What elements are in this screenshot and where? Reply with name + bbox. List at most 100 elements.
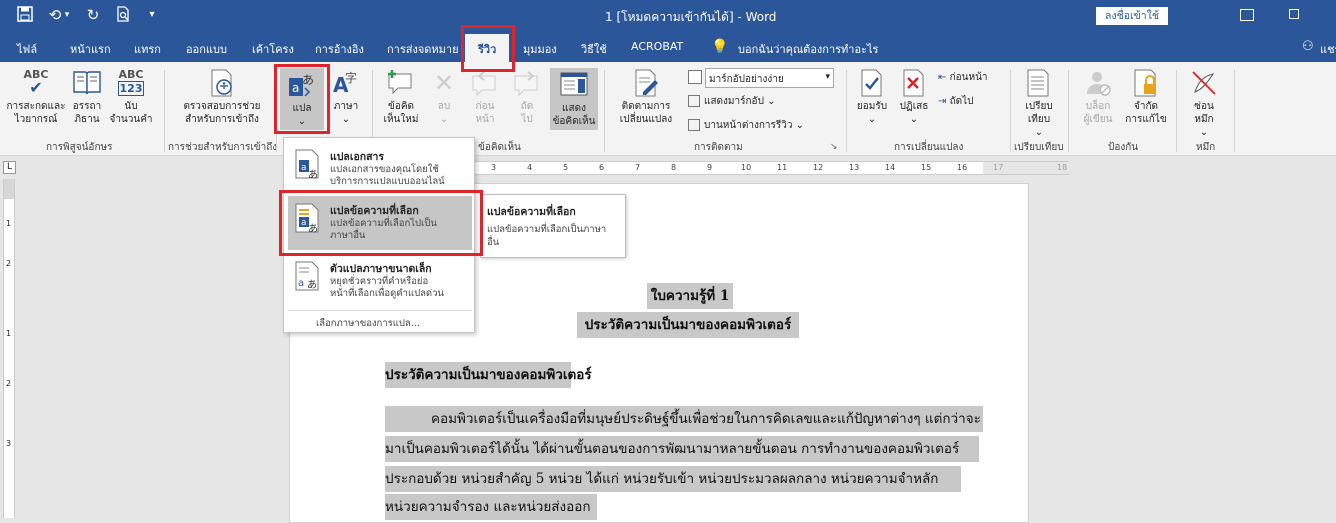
restrict-editing-button[interactable]: จำกัด การแก้ไข xyxy=(1122,68,1170,126)
track-changes-button[interactable]: ติดตามการ เปลี่ยนแปลง xyxy=(610,68,682,126)
hide-ink-icon xyxy=(1189,68,1219,98)
protect-group-label: ป้องกัน xyxy=(1108,142,1139,153)
tab-help[interactable]: วิธีใช้ xyxy=(581,40,607,58)
ribbon-display-icon[interactable] xyxy=(1240,9,1254,21)
restore-icon[interactable] xyxy=(1289,9,1299,19)
tab-design[interactable]: ออกแบบ xyxy=(186,40,227,58)
restrict-editing-label: จำกัด การแก้ไข xyxy=(1125,101,1167,125)
show-markup-dropdown-icon: ⌄ xyxy=(767,96,776,107)
tab-insert[interactable]: แทรก xyxy=(134,40,161,58)
doc-title-line1: ใบความรู้ที่ 1 xyxy=(647,283,733,309)
accessibility-group-label: การช่วยสำหรับการเข้าถึง xyxy=(168,142,278,153)
spelling-grammar-button[interactable]: ABC ✔ การสะกดและ ไวยากรณ์ xyxy=(4,68,68,126)
compare-button[interactable]: เปรียบ เทียบ ⌄ xyxy=(1016,68,1062,139)
show-markup-icon xyxy=(688,95,700,107)
mini-translator-desc: หยุดชั่วคราวที่คำหรือย่อ หน้าที่เลือกเพื… xyxy=(330,276,444,299)
translate-document-desc: แปลเอกสารของคุณโดยใช้ บริการการแปลแบบออน… xyxy=(330,164,445,187)
markup-select[interactable]: มาร์กอัปอย่างง่าย ▾ xyxy=(705,68,834,88)
hide-ink-label: ซ่อน หมึก xyxy=(1194,101,1214,125)
book-icon xyxy=(72,68,102,98)
mini-translator-item[interactable]: aあ ตัวแปลภาษาขนาดเล็ก หยุดชั่วคราวที่คำห… xyxy=(288,254,472,308)
show-comments-label: แสดง ข้อคิดเห็น xyxy=(552,103,596,127)
title-bar: ⟲ ▾ ↻ ▾ 1 [โหมดความเข้ากันได้] - Word ลง… xyxy=(0,0,1336,32)
language-button[interactable]: A字 ภาษา ⌄ xyxy=(326,68,366,126)
customize-qat-icon[interactable]: ▾ xyxy=(143,6,161,24)
mini-translator-icon: aあ xyxy=(294,260,322,292)
doc-paragraph-line3: ประกอบด้วย หน่วยสำคัญ 5 หน่วย ได้แก่ หน่… xyxy=(385,466,961,492)
reviewing-pane-button[interactable]: บานหน้าต่างการรีวิว ⌄ xyxy=(688,118,804,133)
tab-mailings[interactable]: การส่งจดหมาย xyxy=(387,40,459,58)
tab-file[interactable]: ไฟล์ xyxy=(17,40,37,58)
markup-select-arrow-icon: ▾ xyxy=(825,72,830,82)
check-accessibility-button[interactable]: ตรวจสอบการช่วย สำหรับการเข้าถึง xyxy=(170,68,274,126)
track-changes-label: ติดตามการ เปลี่ยนแปลง xyxy=(619,101,673,125)
reject-icon xyxy=(899,68,929,98)
translate-document-item[interactable]: aあ แปลเอกสาร แปลเอกสารของคุณโดยใช้ บริกา… xyxy=(288,142,472,196)
tab-selector-icon[interactable]: L xyxy=(3,161,16,174)
tab-home[interactable]: หน้าแรก xyxy=(70,40,111,58)
previous-comment-icon xyxy=(470,68,500,98)
previous-comment-label: ก่อน หน้า xyxy=(475,101,495,125)
document-title: 1 [โหมดความเข้ากันได้] - Word xyxy=(605,10,777,24)
next-change-button[interactable]: ⇥ ถัดไป xyxy=(938,94,974,109)
share-button[interactable]: แชร์ xyxy=(1320,40,1336,58)
delete-comment-icon: ✕ xyxy=(433,69,455,97)
compare-dropdown-icon: ⌄ xyxy=(1034,127,1044,138)
previous-comment-button[interactable]: ก่อน หน้า xyxy=(466,68,504,126)
doc-paragraph-line2: มาเป็นคอมพิวเตอร์ได้นั้น ได้ผ่านขั้นตอนข… xyxy=(385,436,979,462)
ribbon-review: ABC ✔ การสะกดและ ไวยากรณ์ อรรถา ภิธาน ABC… xyxy=(0,62,1336,156)
accept-dropdown-icon: ⌄ xyxy=(867,114,877,125)
changes-group-label: การเปลี่ยนแปลง xyxy=(894,142,964,153)
reject-label: ปฏิเสธ xyxy=(899,101,929,112)
translate-document-icon: aあ xyxy=(294,148,322,181)
previous-change-button[interactable]: ⇤ ก่อนหน้า xyxy=(938,70,988,85)
next-comment-button[interactable]: ถัด ไป xyxy=(508,68,546,126)
tab-references[interactable]: การอ้างอิง xyxy=(315,40,364,58)
redo-icon[interactable]: ↻ xyxy=(84,6,102,24)
hide-ink-button[interactable]: ซ่อน หมึก ⌄ xyxy=(1182,68,1226,139)
save-icon[interactable] xyxy=(16,6,34,24)
mini-translator-title: ตัวแปลภาษาขนาดเล็ก xyxy=(330,263,432,275)
group-separator xyxy=(846,70,847,152)
thesaurus-label: อรรถา ภิธาน xyxy=(72,101,102,125)
show-comments-icon xyxy=(559,70,589,100)
markup-icon xyxy=(688,70,702,84)
doc-paragraph-line4: หน่วยความจำรอง และหน่วยส่งออก xyxy=(385,494,597,520)
tooltip-title: แปลข้อความที่เลือก xyxy=(487,206,576,218)
vertical-ruler[interactable]: 1 2 1 2 3 xyxy=(0,179,18,518)
translate-selection-highlight xyxy=(279,190,483,256)
accept-button[interactable]: ยอมรับ ⌄ xyxy=(852,68,892,126)
group-separator xyxy=(1010,70,1011,152)
reject-button[interactable]: ปฏิเสธ ⌄ xyxy=(894,68,934,126)
share-person-icon[interactable]: ⚇ xyxy=(1302,39,1314,54)
word-count-button[interactable]: ABC 123 นับ จำนวนคำ xyxy=(108,68,154,126)
block-authors-button[interactable]: บล็อก ผู้เขียน xyxy=(1074,68,1122,126)
ribbon-tabs: ไฟล์ หน้าแรก แทรก ออกแบบ เค้าโครง การอ้า… xyxy=(0,32,1336,62)
tab-view[interactable]: มุมมอง xyxy=(523,40,557,58)
block-authors-label: บล็อก ผู้เขียน xyxy=(1083,101,1113,125)
translate-selection-tooltip: แปลข้อความที่เลือก แปลข้อความที่เลือกเป็… xyxy=(480,194,626,258)
spelling-label: การสะกดและ ไวยากรณ์ xyxy=(6,101,66,125)
show-comments-button[interactable]: แสดง ข้อคิดเห็น xyxy=(550,68,598,130)
tell-me-search[interactable]: บอกฉันว่าคุณต้องการทำอะไร xyxy=(738,40,878,58)
show-markup-button[interactable]: แสดงมาร์กอัป ⌄ xyxy=(688,94,776,109)
signin-button[interactable]: ลงชื่อเข้าใช้ xyxy=(1096,7,1168,25)
previous-change-label: ก่อนหน้า xyxy=(949,72,988,83)
choose-translation-language-item[interactable]: เลือกภาษาของการแปล... xyxy=(316,316,420,331)
tab-layout[interactable]: เค้าโครง xyxy=(252,40,294,58)
tab-acrobat[interactable]: ACROBAT xyxy=(631,40,683,53)
thesaurus-button[interactable]: อรรถา ภิธาน xyxy=(70,68,104,126)
new-comment-button[interactable]: ข้อคิด เห็นใหม่ xyxy=(378,68,424,126)
print-preview-icon[interactable] xyxy=(114,6,132,24)
translate-document-title: แปลเอกสาร xyxy=(330,151,385,163)
delete-comment-button[interactable]: ✕ ลบ ⌄ xyxy=(426,68,462,126)
svg-text:あ: あ xyxy=(307,279,317,291)
spelling-check-icon: ABC ✔ xyxy=(23,68,49,97)
undo-dropdown-icon[interactable]: ▾ xyxy=(62,6,72,24)
horizontal-ruler-row: L 2 1 1 2 3 4 5 6 7 8 9 10 11 12 13 14 1… xyxy=(0,157,1336,179)
svg-text:あ: あ xyxy=(308,169,318,180)
reviewing-pane-icon xyxy=(688,119,700,131)
tracking-dialog-launcher-icon[interactable]: ↘ xyxy=(830,142,838,152)
track-changes-icon xyxy=(631,68,661,98)
tooltip-desc: แปลข้อความที่เลือกเป็นภาษา อื่น xyxy=(487,224,607,248)
